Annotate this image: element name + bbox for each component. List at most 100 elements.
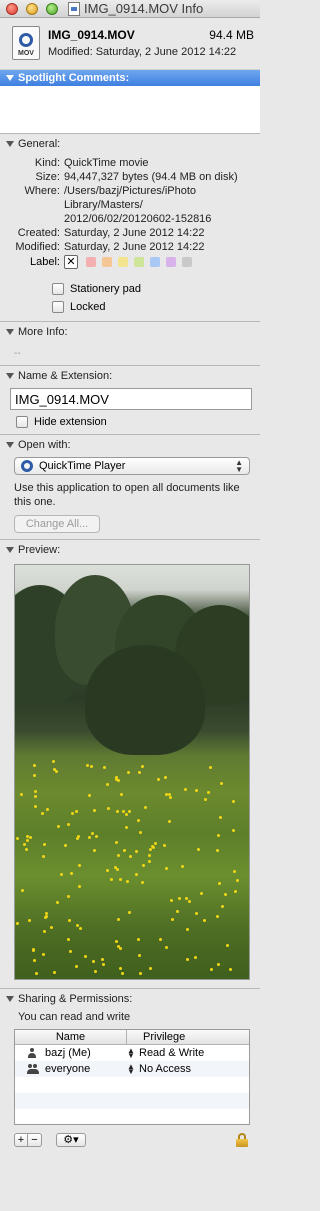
stationery-pad-checkbox[interactable]	[52, 283, 64, 295]
flower-dot	[186, 928, 189, 931]
minimize-window-button[interactable]	[26, 3, 38, 15]
flower-dot	[46, 808, 49, 811]
permissions-table[interactable]: Name Privilege bazj (Me) ▲ ▼ Read & Write …	[14, 1029, 250, 1125]
disclosure-triangle-icon[interactable]	[6, 141, 14, 147]
flower-dot	[232, 800, 235, 803]
flower-dot	[171, 918, 174, 921]
locked-checkbox[interactable]	[52, 301, 64, 313]
flower-dot	[137, 938, 140, 941]
more-info-section-header[interactable]: More Info:	[0, 322, 260, 342]
flower-dot	[78, 864, 81, 867]
label-color-swatch-2[interactable]	[102, 257, 112, 267]
disclosure-triangle-icon[interactable]	[6, 329, 14, 335]
table-row[interactable]: bazj (Me) ▲ ▼ Read & Write	[15, 1045, 249, 1061]
flower-dot	[64, 844, 67, 847]
file-name: IMG_0914.MOV	[48, 28, 135, 42]
flower-dot	[92, 960, 95, 963]
label-color-swatch-6[interactable]	[166, 257, 176, 267]
flower-dot	[77, 835, 80, 838]
label-color-swatch-5[interactable]	[150, 257, 160, 267]
file-name-input[interactable]: IMG_0914.MOV	[10, 388, 252, 410]
sharing-section-header[interactable]: Sharing & Permissions:	[0, 989, 260, 1009]
flower-dot	[106, 783, 109, 786]
flower-dot	[216, 915, 219, 918]
disclosure-triangle-icon[interactable]	[6, 996, 14, 1002]
flower-dot	[165, 946, 168, 949]
spotlight-comments-header[interactable]: Spotlight Comments:	[0, 70, 260, 86]
privilege-stepper-icon[interactable]: ▲ ▼	[127, 1047, 135, 1060]
flower-dot	[195, 789, 198, 792]
flower-dot	[20, 793, 23, 796]
flower-dot	[106, 869, 109, 872]
modified-value: Saturday, 2 June 2012 14:22	[64, 241, 205, 253]
flower-dot	[60, 873, 63, 876]
preview-image[interactable]	[14, 564, 250, 980]
disclosure-triangle-icon[interactable]	[6, 75, 14, 81]
flower-dot	[220, 782, 223, 785]
flower-dot	[117, 945, 120, 948]
flower-dot	[138, 771, 141, 774]
name-extension-section-header[interactable]: Name & Extension:	[0, 366, 260, 386]
flower-dot	[75, 965, 78, 968]
flower-dot	[209, 766, 212, 769]
flower-dot	[200, 892, 203, 895]
table-row[interactable]: everyone ▲ ▼ No Access	[15, 1061, 249, 1077]
flower-dot	[141, 881, 144, 884]
column-header-name[interactable]: Name	[15, 1030, 127, 1044]
movie-file-icon	[68, 1, 80, 16]
flower-dot	[115, 778, 118, 781]
open-with-section-header[interactable]: Open with:	[0, 435, 260, 455]
flower-dot	[168, 820, 171, 823]
label-color-swatch-7[interactable]	[182, 257, 192, 267]
flower-dot	[148, 860, 151, 863]
flower-dot	[16, 922, 19, 925]
flower-dot	[43, 930, 46, 933]
flower-dot	[123, 849, 126, 852]
open-with-popup[interactable]: QuickTime Player ▲ ▼	[14, 457, 250, 475]
window-title: IMG_0914.MOV Info	[84, 1, 204, 16]
disclosure-triangle-icon[interactable]	[6, 442, 14, 448]
spotlight-comments-field[interactable]	[0, 86, 260, 134]
flower-dot	[53, 971, 56, 974]
flower-dot	[88, 836, 91, 839]
add-button[interactable]: +	[14, 1133, 28, 1147]
flower-dot	[90, 765, 93, 768]
flower-dot	[233, 870, 236, 873]
flower-dot	[69, 950, 72, 953]
more-info-value: --	[14, 348, 21, 359]
column-header-privilege[interactable]: Privilege	[127, 1030, 249, 1044]
action-gear-button[interactable]: ⚙▾	[56, 1133, 86, 1147]
general-section-header[interactable]: General:	[0, 134, 260, 154]
table-row	[15, 1077, 249, 1093]
label-color-swatch-1[interactable]	[86, 257, 96, 267]
zoom-window-button[interactable]	[46, 3, 58, 15]
change-all-button[interactable]: Change All...	[14, 515, 100, 533]
flower-dot	[165, 867, 168, 870]
flower-dot	[139, 831, 142, 834]
disclosure-triangle-icon[interactable]	[6, 547, 14, 553]
flower-dot	[164, 776, 167, 779]
label-color-swatch-4[interactable]	[134, 257, 144, 267]
disclosure-triangle-icon[interactable]	[6, 373, 14, 379]
label-none-icon[interactable]: ✕	[64, 255, 78, 269]
flower-dot	[151, 845, 154, 848]
flower-dot	[185, 897, 188, 900]
open-with-description: Use this application to open all documen…	[14, 482, 240, 508]
label-color-swatch-3[interactable]	[118, 257, 128, 267]
flower-dot	[139, 972, 142, 975]
flower-dot	[217, 963, 220, 966]
lock-icon[interactable]	[236, 1133, 248, 1147]
flower-dot	[159, 938, 162, 941]
preview-section-header[interactable]: Preview:	[0, 540, 260, 560]
flower-dot	[43, 843, 46, 846]
label-picker: Label: ✕	[0, 255, 260, 269]
flower-dot	[26, 839, 29, 842]
remove-button[interactable]: −	[28, 1133, 42, 1147]
flower-dot	[125, 826, 128, 829]
hide-extension-checkbox[interactable]	[16, 416, 28, 428]
flower-dot	[194, 956, 197, 959]
flower-dot	[127, 771, 130, 774]
close-window-button[interactable]	[6, 3, 18, 15]
flower-dot	[71, 812, 74, 815]
privilege-stepper-icon[interactable]: ▲ ▼	[127, 1063, 135, 1076]
